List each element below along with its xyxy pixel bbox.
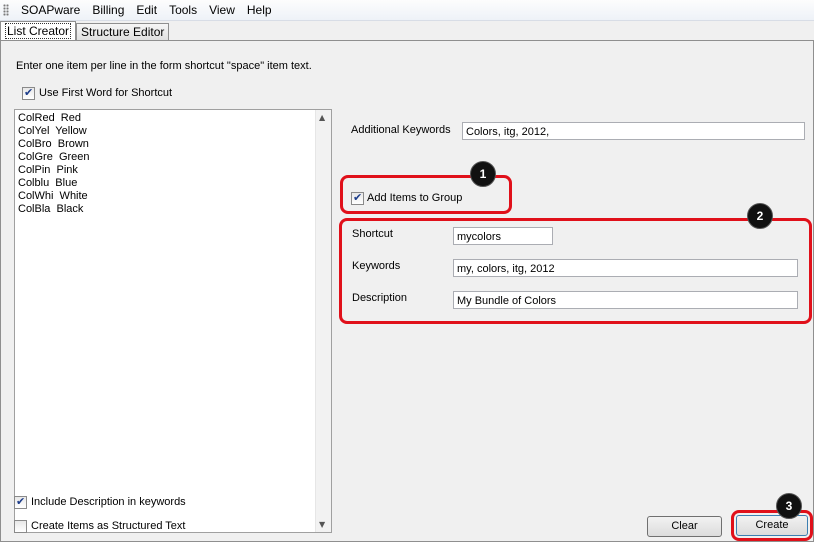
tab-strip: List Creator Structure Editor [0, 21, 170, 41]
keywords-label: Keywords [352, 260, 401, 272]
list-creator-pane: Enter one item per line in the form shor… [0, 40, 814, 542]
tab-structure-editor[interactable]: Structure Editor [76, 23, 170, 41]
shortcut-label: Shortcut [352, 228, 393, 240]
description-input[interactable]: My Bundle of Colors [453, 291, 798, 309]
list-scrollbar[interactable]: ▲ ▼ [315, 110, 331, 532]
add-to-group-label: Add Items to Group [367, 192, 463, 204]
list-item: ColPin Pink [18, 164, 78, 176]
list-item: ColWhi White [18, 190, 88, 202]
menu-bar: SOAPware Billing Edit Tools View Help [0, 0, 814, 21]
grip-icon [3, 4, 9, 16]
menu-billing[interactable]: Billing [86, 0, 130, 20]
menu-tools[interactable]: Tools [163, 0, 203, 20]
callout-badge-2: 2 [747, 203, 773, 229]
list-item: ColYel Yellow [18, 125, 87, 137]
additional-keywords-input[interactable]: Colors, itg, 2012, [462, 122, 805, 140]
tab-list-creator[interactable]: List Creator [0, 21, 77, 41]
list-item: ColRed Red [18, 112, 81, 124]
shortcut-input[interactable]: mycolors [453, 227, 553, 245]
menu-view[interactable]: View [203, 0, 241, 20]
menu-soapware[interactable]: SOAPware [15, 0, 86, 20]
scroll-down-icon[interactable]: ▼ [319, 520, 325, 529]
include-description-label: Include Description in keywords [31, 496, 186, 508]
list-item: ColBla Black [18, 203, 84, 215]
callout-badge-1: 1 [470, 161, 496, 187]
callout-badge-3: 3 [776, 493, 802, 519]
list-item: ColBro Brown [18, 138, 89, 150]
description-label: Description [352, 292, 408, 304]
items-textarea[interactable]: ColRed Red ColYel Yellow ColBro Brown Co… [14, 109, 332, 533]
structured-text-label: Create Items as Structured Text [31, 520, 186, 532]
menu-edit[interactable]: Edit [130, 0, 163, 20]
scroll-up-icon[interactable]: ▲ [319, 113, 325, 122]
clear-button[interactable]: Clear [647, 516, 722, 537]
use-first-word-label: Use First Word for Shortcut [39, 87, 173, 99]
instructions-text: Enter one item per line in the form shor… [16, 60, 312, 72]
additional-keywords-label: Additional Keywords [351, 124, 451, 136]
menu-help[interactable]: Help [241, 0, 278, 20]
list-item: ColGre Green [18, 151, 90, 163]
include-description-checkbox[interactable] [14, 495, 27, 509]
keywords-input[interactable]: my, colors, itg, 2012 [453, 259, 798, 277]
use-first-word-checkbox[interactable] [22, 86, 35, 100]
add-to-group-checkbox[interactable] [351, 191, 364, 205]
list-item: Colblu Blue [18, 177, 78, 189]
tab-list-creator-label: List Creator [5, 23, 72, 39]
structured-text-checkbox[interactable] [14, 520, 27, 533]
create-button[interactable]: Create [736, 515, 808, 536]
